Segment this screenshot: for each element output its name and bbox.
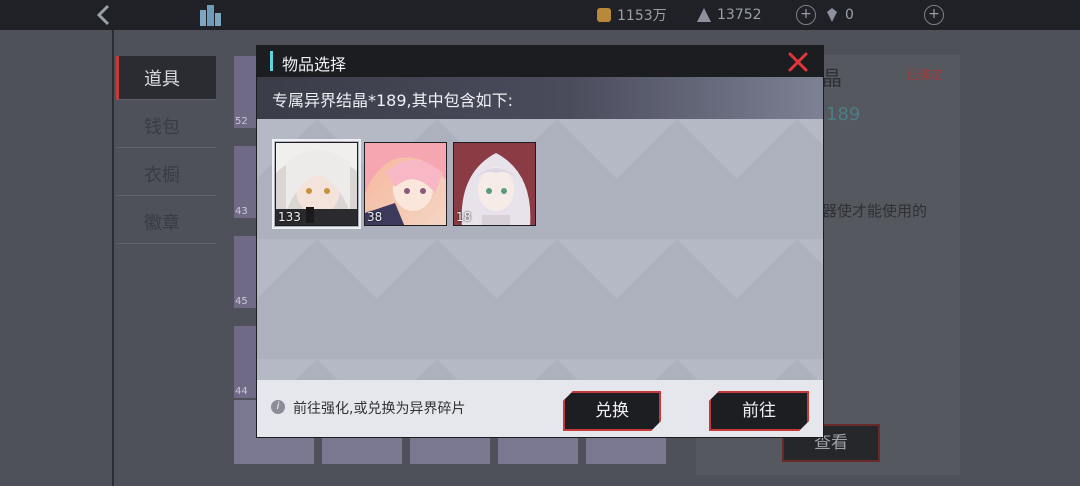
- crystal-amount: 13752: [717, 7, 762, 23]
- item-selection-dialog: 物品选择 专属异界结晶*189,其中包含如下: 133 38 18 i 前往强化…: [256, 45, 824, 438]
- item-count: 38: [367, 210, 383, 224]
- crystal-resource: 13752: [696, 6, 762, 24]
- inventory-slot[interactable]: 43: [234, 146, 258, 218]
- footer-hint: 前往强化,或兑换为异界碎片: [293, 401, 466, 417]
- dialog-title: 物品选择: [282, 55, 347, 74]
- bound-badge: 已绑定: [906, 68, 943, 82]
- character-portrait-silver-hair-icon[interactable]: 18: [453, 142, 536, 226]
- tab-wallet[interactable]: 钱包: [116, 104, 216, 148]
- inventory-slot[interactable]: 44: [234, 326, 258, 398]
- slot-count: 43: [235, 206, 248, 217]
- detail-title: 晶: [822, 66, 842, 90]
- dialog-subtitle: 专属异界结晶*189,其中包含如下:: [272, 91, 514, 110]
- gold-amount: 1153万: [617, 8, 667, 24]
- inventory-grid-column: 52 43 45 44: [234, 56, 258, 416]
- gem-amount: 0: [845, 7, 854, 23]
- gold-resource: 1153万: [596, 6, 667, 24]
- character-portrait-pink-hair-icon[interactable]: 38: [364, 142, 447, 226]
- detail-description: 器使才能使用的: [822, 202, 928, 220]
- inventory-slot[interactable]: 52: [234, 56, 258, 128]
- slot-count: 44: [235, 386, 248, 397]
- diamond-icon: [824, 7, 840, 23]
- item-count: 18: [456, 210, 472, 224]
- sidebar-tabs: 道具 钱包 衣橱 徽章: [116, 56, 216, 248]
- close-icon[interactable]: [787, 51, 809, 73]
- tab-wardrobe[interactable]: 衣橱: [116, 152, 216, 196]
- goto-button[interactable]: 前往: [709, 391, 809, 431]
- tab-items[interactable]: 道具: [116, 56, 216, 100]
- top-bar: 1153万 13752 + 0 +: [0, 0, 1080, 30]
- slot-count: 45: [235, 296, 248, 307]
- inventory-slot[interactable]: 45: [234, 236, 258, 308]
- dialog-header: 物品选择: [257, 46, 823, 77]
- back-arrow-icon[interactable]: [92, 2, 118, 28]
- character-portrait-white-hair-icon[interactable]: 133: [272, 139, 361, 229]
- crystal-pyramid-icon: [696, 7, 712, 23]
- add-crystal-button[interactable]: +: [796, 5, 816, 25]
- base-building-icon[interactable]: [196, 2, 226, 28]
- detail-amount: 189: [826, 104, 861, 125]
- gold-coin-icon: [596, 7, 612, 23]
- title-accent-bar: [270, 51, 273, 71]
- slot-count: 52: [235, 116, 248, 127]
- divider: [112, 30, 114, 486]
- add-gem-button[interactable]: +: [924, 5, 944, 25]
- info-icon: i: [271, 400, 285, 414]
- item-count: 133: [278, 210, 301, 224]
- gem-resource: 0: [824, 6, 854, 24]
- tab-badges[interactable]: 徽章: [116, 200, 216, 244]
- exchange-button[interactable]: 兑换: [563, 391, 661, 431]
